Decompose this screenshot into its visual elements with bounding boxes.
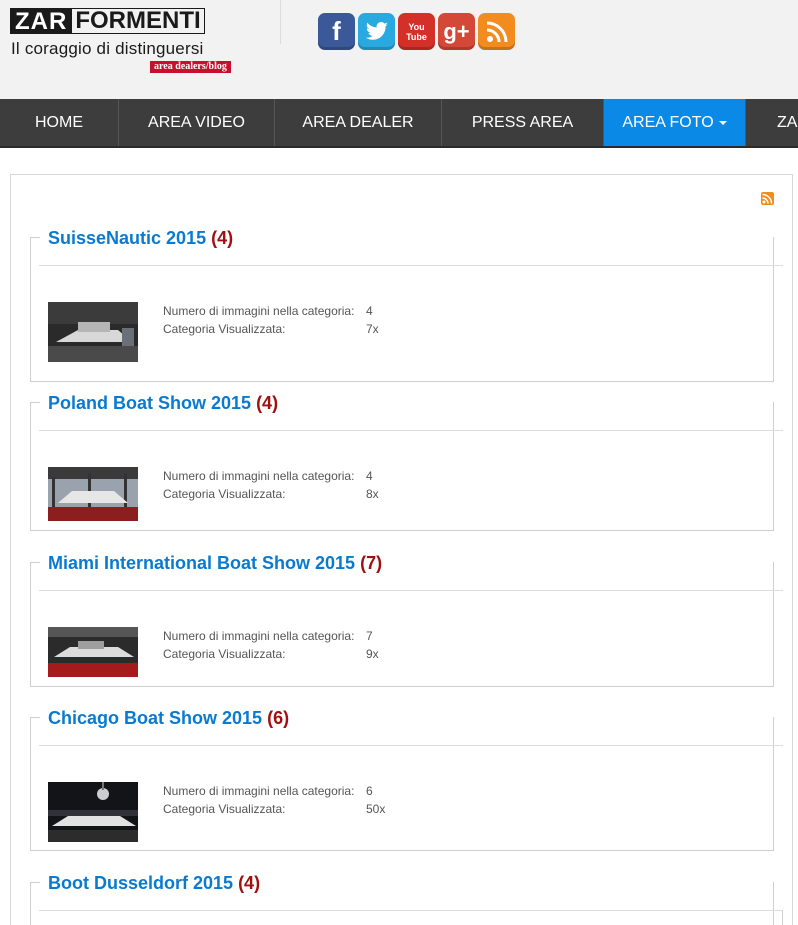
- chevron-down-icon: [718, 120, 727, 125]
- category-frame: [30, 562, 774, 687]
- category-title-text: Boot Dusseldorf 2015: [48, 873, 234, 893]
- category-count: (4): [238, 873, 261, 893]
- boat-show-photo: [48, 302, 138, 362]
- category-frame: [30, 237, 774, 382]
- category-title-text: Poland Boat Show 2015: [48, 393, 252, 413]
- category-title-text: SuisseNautic 2015: [48, 228, 207, 248]
- category-count: (4): [256, 393, 279, 413]
- images-count-label: Numero di immagini nella categoria:: [163, 304, 355, 318]
- facebook-glyph: f: [332, 16, 341, 46]
- logo-zar: ZAR: [10, 8, 73, 35]
- images-count-label: Numero di immagini nella categoria:: [163, 469, 355, 483]
- category-meta: Numero di immagini nella categoria: 4 Cat…: [163, 302, 379, 338]
- logo-slogan: Il coraggio di distinguersi: [11, 39, 204, 58]
- logo-formenti: FORMENTI: [72, 8, 205, 34]
- views-label: Categoria Visualizzata:: [163, 802, 286, 816]
- category-title[interactable]: SuisseNautic 2015 (4): [48, 228, 233, 249]
- images-count-label: Numero di immagini nella categoria:: [163, 629, 355, 643]
- category-title[interactable]: Miami International Boat Show 2015 (7): [48, 553, 382, 574]
- category-inner-rule: [39, 910, 783, 925]
- logo-badge: area dealers/blog: [150, 61, 231, 73]
- category-title-text: Miami International Boat Show 2015: [48, 553, 356, 573]
- views-label: Categoria Visualizzata:: [163, 647, 286, 661]
- header-divider: [280, 0, 281, 44]
- category-title[interactable]: Boot Dusseldorf 2015 (4): [48, 873, 260, 894]
- category-inner-rule: [39, 745, 783, 746]
- views-value: 8x: [366, 487, 379, 501]
- category-inner-rule: [39, 590, 783, 591]
- views-value: 7x: [366, 322, 379, 336]
- rss-feed-icon: [486, 21, 507, 42]
- views-label: Categoria Visualizzata:: [163, 322, 286, 336]
- youtube-icon[interactable]: You Tube: [398, 13, 435, 50]
- category-inner-rule: [39, 430, 783, 431]
- category-title[interactable]: Poland Boat Show 2015 (4): [48, 393, 278, 414]
- category-count: (7): [360, 553, 383, 573]
- category-rss-icon[interactable]: [761, 192, 774, 205]
- nav-area-video[interactable]: AREA VIDEO: [119, 99, 275, 146]
- boat-show-photo: [48, 467, 138, 521]
- category-meta: Numero di immagini nella categoria: 7 Cat…: [163, 627, 379, 663]
- rss-small-glyph: [762, 193, 773, 204]
- category-inner-rule: [39, 265, 783, 266]
- nav-home[interactable]: HOME: [0, 99, 119, 146]
- category-count: (6): [267, 708, 290, 728]
- main-nav: HOME AREA VIDEO AREA DEALER PRESS AREA A…: [0, 99, 798, 148]
- category-thumbnail[interactable]: [48, 782, 138, 842]
- images-count-value: 4: [366, 469, 373, 483]
- googleplus-icon[interactable]: g+: [438, 13, 475, 50]
- youtube-line2: Tube: [406, 31, 427, 42]
- youtube-glyph: You Tube: [406, 22, 427, 42]
- category-thumbnail[interactable]: [48, 467, 138, 521]
- site-header: ZAR FORMENTI Il coraggio di distinguersi…: [0, 0, 798, 99]
- category-thumbnail[interactable]: [48, 627, 138, 677]
- category-title-text: Chicago Boat Show 2015: [48, 708, 263, 728]
- nav-area-foto[interactable]: AREA FOTO: [604, 99, 746, 146]
- googleplus-glyph: g+: [443, 18, 470, 44]
- views-value: 9x: [366, 647, 379, 661]
- site-logo[interactable]: ZAR FORMENTI Il coraggio di distinguersi…: [10, 8, 254, 74]
- logo-wordmark: ZAR FORMENTI: [10, 8, 205, 35]
- category-count: (4): [211, 228, 234, 248]
- category-title[interactable]: Chicago Boat Show 2015 (6): [48, 708, 289, 729]
- images-count-value: 7: [366, 629, 373, 643]
- images-count-value: 4: [366, 304, 373, 318]
- category-frame: [30, 402, 774, 531]
- twitter-icon[interactable]: [358, 13, 395, 50]
- images-count-label: Numero di immagini nella categoria:: [163, 784, 355, 798]
- images-count-value: 6: [366, 784, 373, 798]
- views-value: 50x: [366, 802, 386, 816]
- nav-area-foto-label: AREA FOTO: [622, 113, 714, 131]
- nav-item-next[interactable]: ZA: [746, 99, 798, 146]
- facebook-icon[interactable]: f: [318, 13, 355, 50]
- category-frame: [30, 717, 774, 851]
- nav-press-area[interactable]: PRESS AREA: [442, 99, 604, 146]
- category-meta: Numero di immagini nella categoria: 6 Cat…: [163, 782, 385, 818]
- boat-show-photo: [48, 782, 138, 842]
- youtube-line1: You: [408, 21, 425, 32]
- views-label: Categoria Visualizzata:: [163, 487, 286, 501]
- rss-icon[interactable]: [478, 13, 515, 50]
- category-thumbnail[interactable]: [48, 302, 138, 362]
- twitter-bird-icon: [365, 21, 388, 40]
- category-meta: Numero di immagini nella categoria: 4 Cat…: [163, 467, 379, 503]
- boat-show-photo: [48, 627, 138, 677]
- nav-area-dealer[interactable]: AREA DEALER: [275, 99, 442, 146]
